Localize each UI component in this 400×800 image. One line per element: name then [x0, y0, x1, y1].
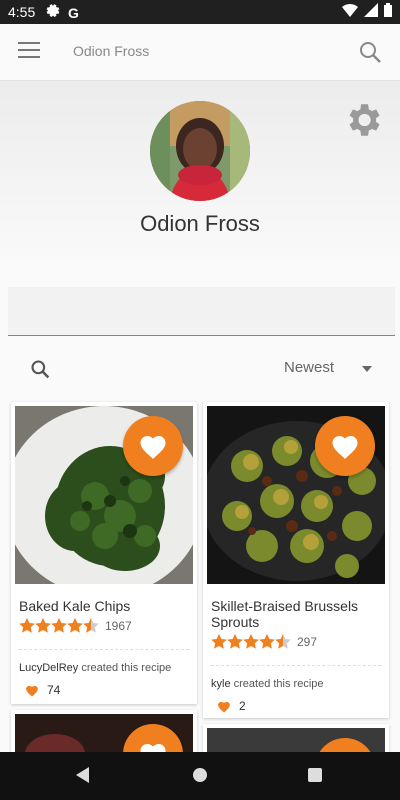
profile-header: Odion Fross [0, 81, 400, 266]
search-icon[interactable] [30, 359, 50, 384]
home-icon[interactable] [193, 768, 207, 782]
signal-icon [364, 3, 378, 22]
text-input-field[interactable] [8, 287, 395, 336]
sort-dropdown[interactable]: Newest [284, 359, 334, 376]
divider [211, 665, 381, 666]
creator-text: LucyDelRey created this recipe [19, 662, 171, 674]
sort-value: Newest [284, 359, 335, 376]
likes-count: 74 [47, 683, 61, 697]
menu-icon[interactable] [18, 42, 40, 60]
status-time: 4:55 [8, 4, 36, 20]
likes-row: 74 [25, 683, 60, 697]
back-icon[interactable] [76, 767, 89, 783]
favorite-button[interactable] [315, 416, 375, 476]
wifi-icon [342, 3, 358, 22]
gear-icon[interactable] [342, 99, 384, 146]
rating-count: 1967 [105, 619, 132, 633]
recipe-title: Baked Kale Chips [19, 598, 131, 614]
heart-icon [26, 685, 38, 697]
profile-name: Odion Fross [140, 211, 260, 236]
favorite-button[interactable] [123, 416, 183, 476]
likes-row: 2 [217, 699, 246, 713]
rating-count: 297 [297, 635, 318, 649]
search-icon[interactable] [358, 40, 382, 69]
creator-name[interactable]: kyle [211, 678, 231, 690]
likes-count: 2 [239, 699, 246, 713]
avatar [150, 101, 250, 201]
rating-stars: 1967 [19, 618, 132, 634]
rating-stars: 297 [211, 634, 317, 650]
app-bar: Odion Fross [0, 24, 400, 81]
gear-icon [46, 3, 60, 22]
recipe-card[interactable]: Skillet-Braised Brussels Sprouts 297 kyl… [203, 402, 389, 718]
chevron-down-icon[interactable] [362, 366, 372, 372]
creator-text: kyle created this recipe [211, 678, 324, 690]
status-bar: 4:55 G [0, 0, 400, 24]
creator-suffix: created this recipe [230, 678, 324, 690]
creator-name[interactable]: LucyDelRey [19, 662, 78, 674]
heart-icon [332, 436, 358, 459]
recipe-title: Skillet-Braised Brussels Sprouts [211, 598, 359, 630]
battery-icon [384, 3, 392, 22]
divider [19, 649, 189, 650]
recipe-card[interactable]: Baked Kale Chips 1967 LucyDelRey created… [11, 402, 197, 704]
creator-suffix: created this recipe [78, 662, 172, 674]
heart-icon [218, 701, 230, 713]
heart-icon [140, 436, 166, 459]
app-bar-title: Odion Fross [73, 43, 150, 59]
recent-apps-icon[interactable] [308, 768, 322, 782]
system-nav-bar [0, 752, 400, 800]
google-g-icon: G [68, 4, 79, 21]
filter-row: Newest [0, 345, 400, 393]
